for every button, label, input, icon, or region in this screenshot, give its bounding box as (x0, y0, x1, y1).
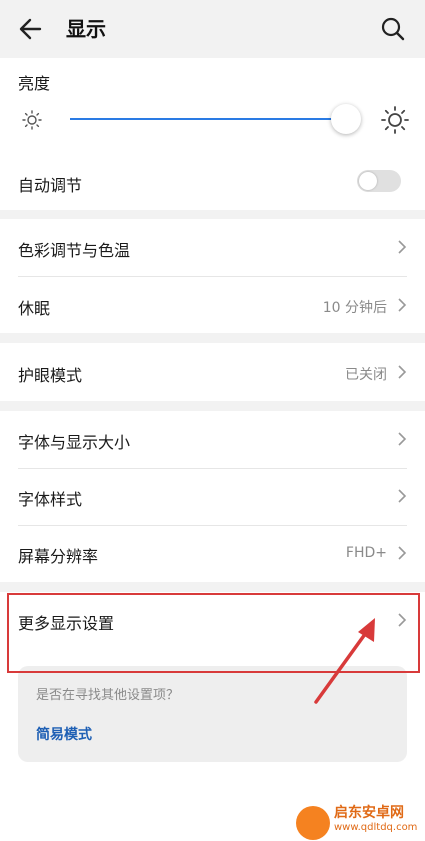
chevron-right-icon (398, 432, 407, 446)
settings-row-sleep[interactable]: 休眠 10 分钟后 (0, 277, 425, 333)
search-icon[interactable] (380, 16, 406, 42)
auto-adjust-label: 自动调节 (18, 176, 83, 195)
brightness-low-icon (22, 110, 42, 130)
toggle-knob (359, 172, 377, 190)
row-label: 字体与显示大小 (18, 433, 131, 452)
settings-row-font-size[interactable]: 字体与显示大小 (0, 411, 425, 468)
row-label: 字体样式 (18, 490, 83, 509)
simple-mode-link[interactable]: 简易模式 (36, 724, 92, 744)
row-value: 10 分钟后 (322, 300, 387, 316)
settings-row-resolution[interactable]: 屏幕分辨率 FHD+ (0, 526, 425, 582)
auto-adjust-toggle[interactable] (357, 170, 401, 192)
row-label: 屏幕分辨率 (18, 547, 99, 566)
chevron-right-icon (398, 489, 407, 503)
row-value: 已关闭 (345, 367, 387, 383)
brightness-label: 亮度 (18, 74, 51, 93)
row-label: 色彩调节与色温 (18, 241, 131, 260)
chevron-right-icon (398, 298, 407, 312)
chevron-right-icon (398, 546, 407, 560)
suggestion-question: 是否在寻找其他设置项？ (36, 688, 180, 703)
settings-row-color-temp[interactable]: 色彩调节与色温 (0, 219, 425, 276)
brightness-high-icon (381, 106, 409, 134)
row-value: FHD+ (345, 545, 387, 561)
site-watermark: 启东安卓网 www.qdltdq.com (296, 800, 425, 840)
pointer-arrow-icon (314, 618, 375, 704)
brightness-slider-track[interactable] (70, 118, 345, 120)
settings-row-font-style[interactable]: 字体样式 (0, 469, 425, 525)
page-title: 显示 (66, 17, 106, 41)
settings-row-eye-comfort[interactable]: 护眼模式 已关闭 (0, 343, 425, 401)
watermark-name: 启东安卓网 (334, 805, 404, 821)
watermark-url: www.qdltdq.com (334, 822, 418, 833)
chevron-right-icon (398, 240, 407, 254)
back-arrow-icon[interactable] (18, 16, 44, 42)
row-label: 护眼模式 (18, 366, 83, 385)
chevron-right-icon (398, 365, 407, 379)
row-label: 休眠 (18, 299, 51, 318)
top-bar: 显示 (0, 0, 425, 58)
watermark-logo-icon (296, 806, 330, 840)
